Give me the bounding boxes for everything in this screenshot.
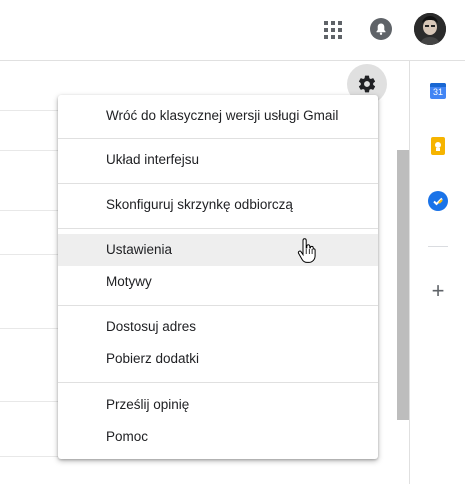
scrollbar[interactable] <box>397 150 409 420</box>
list-divider <box>0 328 58 329</box>
menu-item-get-addons[interactable]: Pobierz dodatki <box>58 343 378 375</box>
calendar-day-label: 31 <box>432 87 443 97</box>
list-divider <box>0 401 58 402</box>
list-divider <box>0 254 58 255</box>
menu-item-configure-inbox[interactable]: Skonfiguruj skrzynkę odbiorczą <box>58 189 378 221</box>
keep-bulb-icon[interactable] <box>428 136 448 156</box>
hand-pointer-icon <box>297 238 317 269</box>
top-header <box>0 0 465 61</box>
list-divider <box>0 110 58 111</box>
apps-grid-icon[interactable] <box>324 21 342 39</box>
list-divider <box>0 456 58 457</box>
menu-item-classic-gmail[interactable]: Wróć do klasycznej wersji usługi Gmail <box>58 100 378 132</box>
menu-divider <box>58 228 378 229</box>
avatar[interactable] <box>414 13 446 45</box>
plus-icon[interactable]: + <box>428 280 448 302</box>
menu-item-settings[interactable]: Ustawienia <box>58 234 378 266</box>
menu-item-send-feedback[interactable]: Prześlij opinię <box>58 389 378 421</box>
side-panel: 31 + <box>409 61 465 484</box>
menu-item-themes[interactable]: Motywy <box>58 266 378 298</box>
menu-divider <box>58 305 378 306</box>
settings-menu: Wróć do klasycznej wersji usługi Gmail U… <box>58 95 378 459</box>
menu-divider <box>58 138 378 139</box>
side-panel-divider <box>428 246 448 247</box>
bell-icon[interactable] <box>370 18 392 40</box>
calendar-icon[interactable]: 31 <box>428 81 448 101</box>
tasks-check-icon[interactable] <box>428 191 448 211</box>
menu-item-display-density[interactable]: Układ interfejsu <box>58 144 378 176</box>
list-divider <box>0 210 58 211</box>
menu-divider <box>58 183 378 184</box>
menu-divider <box>58 382 378 383</box>
menu-item-customize-address[interactable]: Dostosuj adres <box>58 311 378 343</box>
menu-item-help[interactable]: Pomoc <box>58 421 378 453</box>
list-divider <box>0 150 58 151</box>
